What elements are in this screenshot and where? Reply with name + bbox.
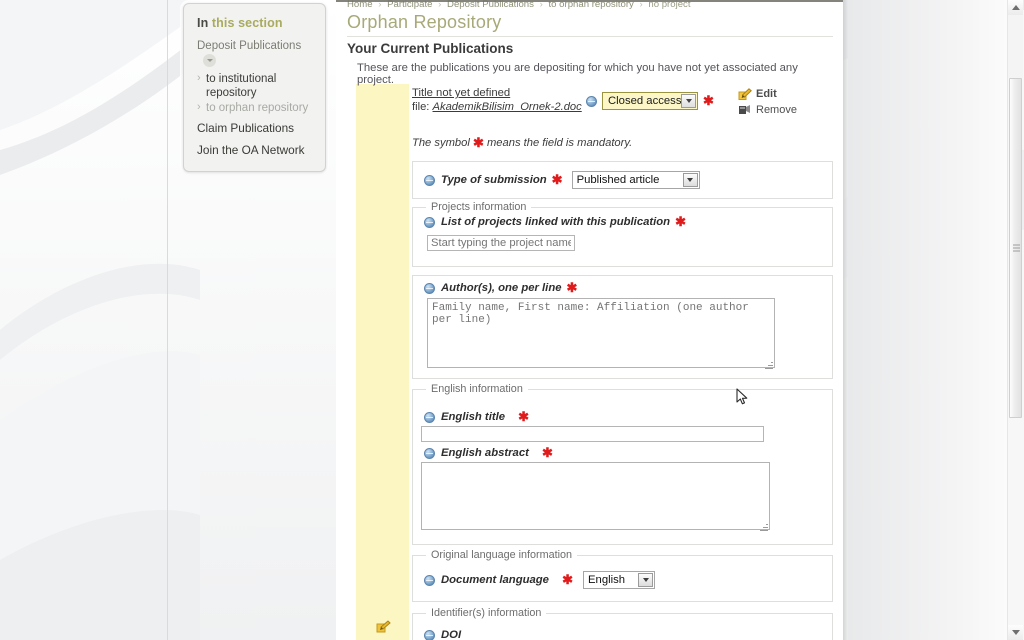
chevron-down-icon[interactable]	[638, 573, 654, 587]
scrollbar-grip-icon	[1013, 244, 1020, 252]
label-text: Author(s), one per line	[441, 282, 562, 294]
authors-textarea[interactable]	[427, 298, 775, 368]
remove-icon	[739, 105, 750, 114]
english-title-input[interactable]	[421, 426, 764, 442]
section-heading: Your Current Publications	[347, 41, 514, 56]
label-text: DOI	[441, 629, 462, 640]
sidebar-group-label: Deposit Publications	[197, 40, 302, 52]
record-actions: Edit Remove	[738, 87, 797, 119]
sidebar-item-join-the-oa-network[interactable]: Join the OA Network	[184, 139, 325, 161]
help-circle-icon[interactable]	[424, 411, 435, 423]
type-of-submission-select[interactable]: Published article	[571, 171, 700, 189]
fieldset-original-language-information: Original language information Document l…	[412, 549, 833, 602]
record-file-name[interactable]: AkademikBilisim_Ornek-2.doc	[433, 101, 582, 113]
sidebar-item-label: to orphan repository	[206, 102, 309, 114]
help-circle-icon[interactable]	[424, 174, 435, 186]
help-circle-icon[interactable]	[424, 216, 435, 228]
document-language-label: Document language ✱	[441, 572, 574, 587]
label-text: English abstract	[441, 447, 529, 459]
access-level-select[interactable]: Closed access	[602, 92, 698, 110]
document-language-select[interactable]: English	[583, 571, 656, 589]
sidebar-item-to-institutional-repository[interactable]: to institutional repository	[184, 72, 325, 101]
vertical-scrollbar[interactable]	[1007, 0, 1023, 640]
scroll-down-arrow-icon[interactable]	[1008, 625, 1023, 640]
fieldset-authors: Author(s), one per line ✱	[412, 275, 833, 379]
project-name-input[interactable]	[427, 235, 575, 251]
scroll-up-arrow-icon[interactable]	[1008, 0, 1023, 15]
label-text: Type of submission	[441, 174, 547, 186]
english-abstract-textarea[interactable]	[421, 462, 770, 530]
sidebar-title: In this section	[184, 14, 325, 37]
title-divider	[347, 36, 833, 37]
scrollbar-thumb[interactable]	[1009, 78, 1022, 418]
fieldset-english-information: English information English title ✱ Engl…	[412, 383, 833, 545]
record-file-prefix: file:	[412, 101, 430, 113]
remove-label: Remove	[756, 104, 797, 116]
mandatory-field-note: The symbol ✱ means the field is mandator…	[412, 135, 633, 150]
help-circle-icon[interactable]	[424, 629, 435, 640]
original-language-legend: Original language information	[426, 549, 578, 561]
sidebar-item-to-orphan-repository[interactable]: to orphan repository	[184, 101, 325, 117]
required-star: ✱	[551, 172, 563, 187]
required-star: ✱	[472, 135, 484, 150]
english-information-legend: English information	[426, 383, 528, 395]
mouse-pointer-icon	[736, 388, 748, 405]
sidebar-group-deposit-publications[interactable]: Deposit Publications	[184, 37, 325, 72]
chevron-down-icon[interactable]	[681, 94, 696, 108]
fieldset-projects-information: Projects information List of projects li…	[412, 201, 833, 267]
pencil-edit-icon	[738, 87, 752, 100]
page-right-gutter	[848, 0, 1008, 640]
pencil-edit-icon[interactable]	[376, 620, 391, 633]
sidebar-title-part1: In	[197, 16, 209, 30]
type-of-submission-label: Type of submission ✱	[441, 172, 563, 187]
content-panel-shadow	[843, 0, 848, 640]
sidebar-title-part2: this section	[211, 16, 283, 30]
identifiers-information-legend: Identifier(s) information	[426, 607, 547, 619]
gutter-divider	[167, 0, 168, 640]
edit-label: Edit	[756, 88, 777, 100]
required-star: ✱	[703, 93, 714, 108]
sidebar-in-this-section: In this section Deposit Publications to …	[183, 3, 326, 172]
mandatory-note-before: The symbol	[412, 137, 470, 149]
required-star: ✱	[518, 409, 530, 424]
required-star: ✱	[562, 572, 574, 587]
projects-information-legend: Projects information	[426, 201, 532, 213]
authors-label: Author(s), one per line ✱	[441, 280, 578, 295]
required-star: ✱	[542, 445, 553, 460]
chevron-down-icon[interactable]	[682, 173, 698, 187]
label-text: English title	[441, 411, 506, 423]
required-star: ✱	[566, 280, 578, 295]
sidebar-item-label: to institutional repository	[206, 73, 277, 99]
page-left-gutter	[0, 0, 168, 640]
top-header-strip	[336, 0, 843, 2]
sidebar-item-label: Join the OA Network	[197, 142, 305, 157]
projects-list-label: List of projects linked with this public…	[441, 214, 686, 229]
remove-button[interactable]: Remove	[738, 103, 797, 117]
help-circle-icon[interactable]	[586, 95, 597, 107]
mandatory-note-after: means the field is mandatory.	[486, 137, 633, 149]
fieldset-identifiers-information: Identifier(s) information DOI	[412, 607, 833, 640]
fieldset-type-of-submission: Type of submission ✱ Published article	[412, 161, 833, 199]
sidebar-item-claim-publications[interactable]: Claim Publications	[184, 117, 325, 139]
access-level-control: Closed access ✱	[586, 92, 714, 110]
help-circle-icon[interactable]	[424, 447, 435, 459]
english-title-label: English title ✱	[441, 409, 530, 424]
document-language-value: English	[588, 574, 626, 586]
label-text: Document language	[441, 574, 549, 586]
page-title: Orphan Repository	[347, 12, 502, 32]
required-star: ✱	[675, 214, 686, 229]
help-circle-icon[interactable]	[424, 574, 435, 586]
english-abstract-label: English abstract ✱	[441, 445, 553, 460]
chevron-down-icon[interactable]	[203, 54, 216, 67]
scrollbar-track-upper[interactable]	[1008, 15, 1023, 78]
type-of-submission-value: Published article	[576, 174, 660, 186]
record-highlight-strip	[356, 84, 409, 640]
label-text: List of projects linked with this public…	[441, 216, 671, 228]
doi-label: DOI	[441, 629, 461, 640]
section-description: These are the publications you are depos…	[357, 62, 798, 86]
access-level-value: Closed access	[608, 95, 682, 107]
edit-button[interactable]: Edit	[738, 87, 797, 101]
help-circle-icon[interactable]	[424, 282, 435, 294]
sidebar-item-label: Claim Publications	[197, 120, 295, 135]
